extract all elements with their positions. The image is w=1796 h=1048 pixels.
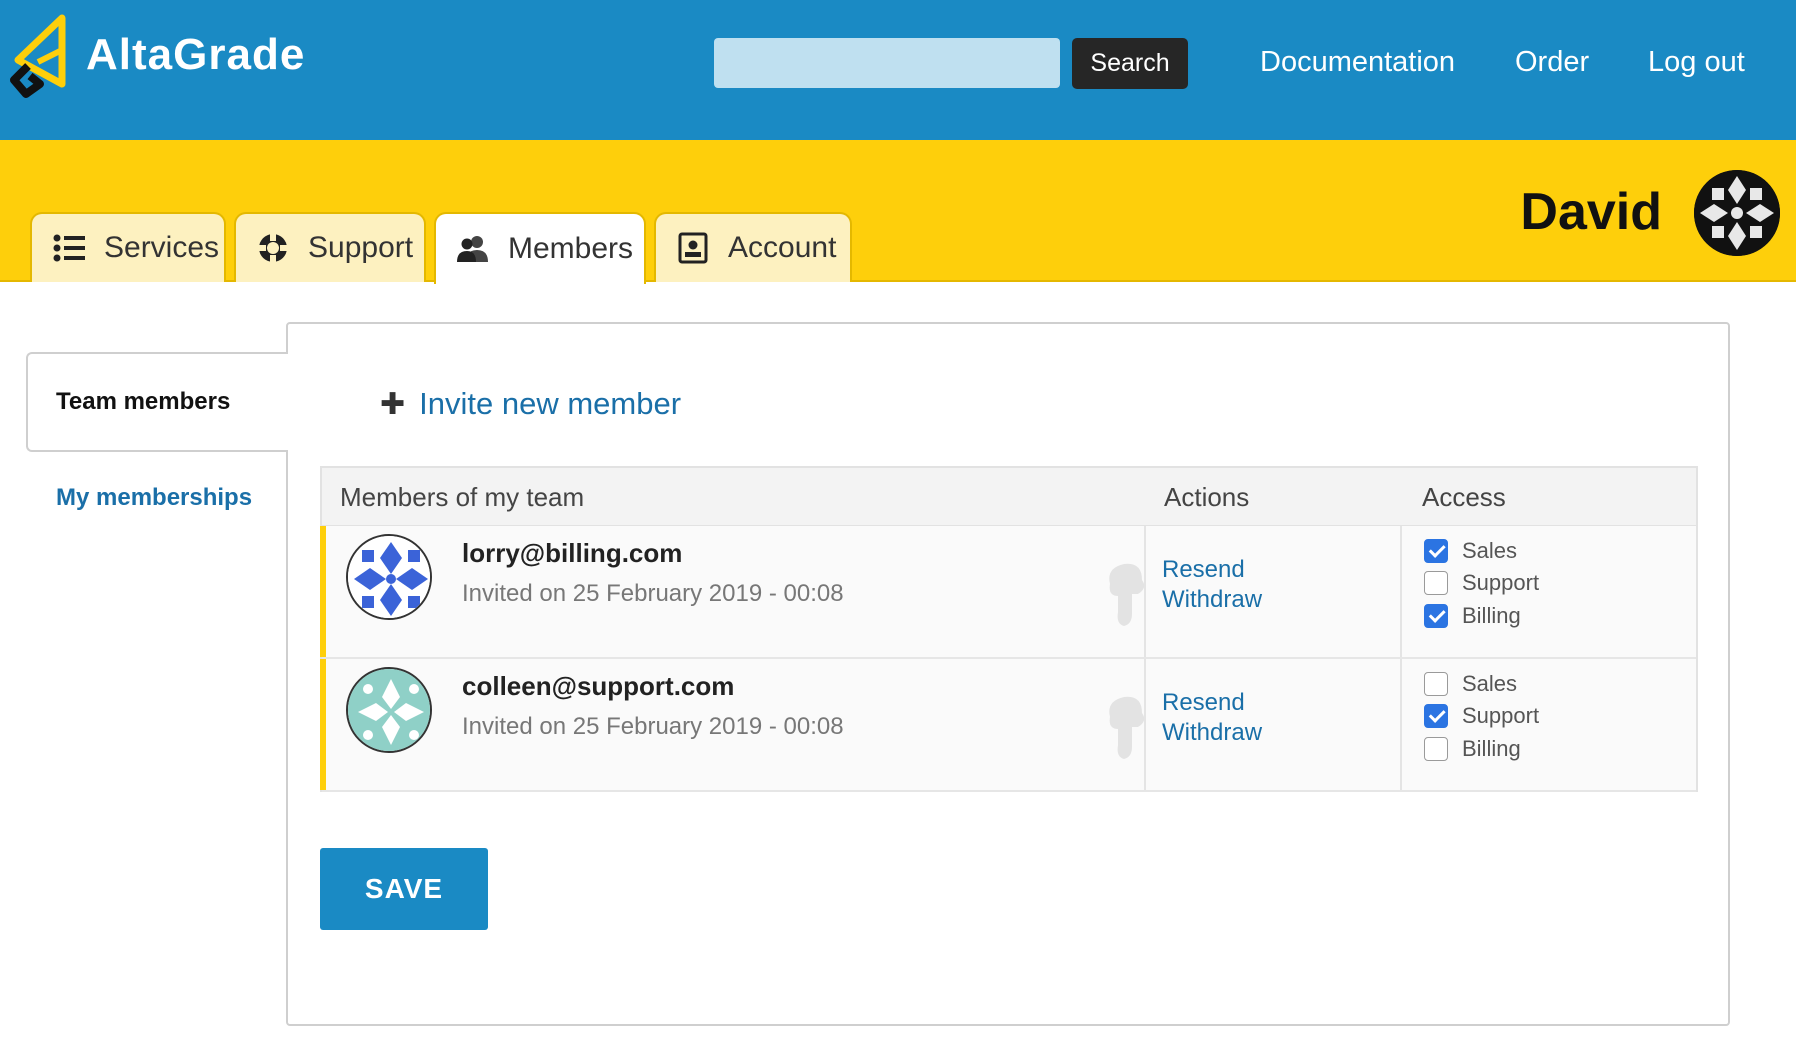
order-link[interactable]: Order: [1515, 46, 1589, 79]
resend-link[interactable]: Resend: [1162, 689, 1245, 717]
drag-handle-icon[interactable]: [1102, 554, 1148, 630]
contact-card-icon: [676, 231, 710, 265]
table-header: Members of my team Actions Access: [322, 468, 1696, 526]
checkbox-checked-icon[interactable]: [1424, 539, 1448, 563]
resend-link[interactable]: Resend: [1162, 556, 1245, 584]
column-header-access: Access: [1422, 482, 1506, 512]
access-label: Sales: [1462, 671, 1518, 696]
invite-label: Invite new member: [419, 386, 682, 421]
member-invited-date: Invited on 25 February 2019 - 00:08: [462, 713, 844, 740]
tab-account[interactable]: Account: [654, 212, 852, 282]
checkbox-unchecked-icon[interactable]: [1424, 737, 1448, 761]
access-billing-checkbox[interactable]: Billing: [1424, 736, 1521, 762]
column-divider: [1400, 526, 1402, 657]
sidebar-item-team-members[interactable]: Team members: [26, 352, 288, 452]
user-name[interactable]: David: [1520, 182, 1662, 242]
drag-handle-icon[interactable]: [1102, 687, 1148, 763]
table-row: lorry@billing.com Invited on 25 February…: [320, 526, 1696, 659]
search-button[interactable]: Search: [1072, 38, 1188, 89]
withdraw-link[interactable]: Withdraw: [1162, 719, 1262, 747]
access-label: Support: [1462, 570, 1540, 595]
row-accent-bar: [320, 659, 326, 790]
access-sales-checkbox[interactable]: Sales: [1424, 538, 1517, 564]
access-label: Billing: [1462, 736, 1521, 761]
access-label: Sales: [1462, 538, 1518, 563]
plus-icon: ✚: [380, 387, 406, 421]
user-avatar[interactable]: [1694, 170, 1780, 256]
member-avatar: [346, 667, 432, 753]
access-label: Billing: [1462, 603, 1521, 628]
save-button[interactable]: SAVE: [320, 848, 488, 930]
access-support-checkbox[interactable]: Support: [1424, 570, 1539, 596]
tab-support[interactable]: Support: [234, 212, 426, 282]
column-divider: [1400, 659, 1402, 790]
tab-members[interactable]: Members: [434, 212, 646, 284]
search-input[interactable]: [714, 38, 1060, 88]
member-email: lorry@billing.com: [462, 538, 683, 568]
access-support-checkbox[interactable]: Support: [1424, 703, 1539, 729]
column-header-actions: Actions: [1164, 482, 1250, 512]
altagrade-logo-icon[interactable]: [6, 14, 72, 100]
tab-services-label: Services: [104, 231, 220, 264]
top-navbar: AltaGrade Search Documentation Order Log…: [0, 0, 1796, 140]
brand-name[interactable]: AltaGrade: [86, 30, 305, 80]
checkbox-checked-icon[interactable]: [1424, 604, 1448, 628]
withdraw-link[interactable]: Withdraw: [1162, 586, 1262, 614]
access-label: Support: [1462, 703, 1540, 728]
member-email: colleen@support.com: [462, 671, 735, 701]
table-row: colleen@support.com Invited on 25 Februa…: [320, 659, 1696, 792]
access-sales-checkbox[interactable]: Sales: [1424, 671, 1517, 697]
row-accent-bar: [320, 526, 326, 657]
lifebuoy-icon: [256, 231, 290, 265]
access-billing-checkbox[interactable]: Billing: [1424, 603, 1521, 629]
checkbox-unchecked-icon[interactable]: [1424, 571, 1448, 595]
member-invited-date: Invited on 25 February 2019 - 00:08: [462, 580, 844, 607]
column-divider: [1144, 659, 1146, 790]
list-icon: [52, 231, 86, 265]
users-icon: [456, 232, 490, 266]
tab-account-label: Account: [728, 231, 837, 264]
members-panel: ✚ Invite new member Members of my team A…: [286, 322, 1730, 1026]
tab-bar: Services Support Members Account David: [0, 140, 1796, 284]
tab-services[interactable]: Services: [30, 212, 226, 282]
documentation-link[interactable]: Documentation: [1260, 46, 1455, 79]
checkbox-checked-icon[interactable]: [1424, 704, 1448, 728]
member-avatar: [346, 534, 432, 620]
checkbox-unchecked-icon[interactable]: [1424, 672, 1448, 696]
column-divider: [1144, 526, 1146, 657]
tab-members-label: Members: [508, 232, 634, 265]
column-header-members: Members of my team: [340, 482, 585, 512]
members-table: Members of my team Actions Access lorry@…: [320, 466, 1698, 792]
logout-link[interactable]: Log out: [1648, 46, 1745, 79]
tab-support-label: Support: [308, 231, 414, 264]
invite-new-member-link[interactable]: ✚ Invite new member: [380, 386, 681, 422]
sidebar-item-my-memberships[interactable]: My memberships: [56, 484, 252, 512]
sidebar-item-label: Team members: [56, 388, 231, 415]
